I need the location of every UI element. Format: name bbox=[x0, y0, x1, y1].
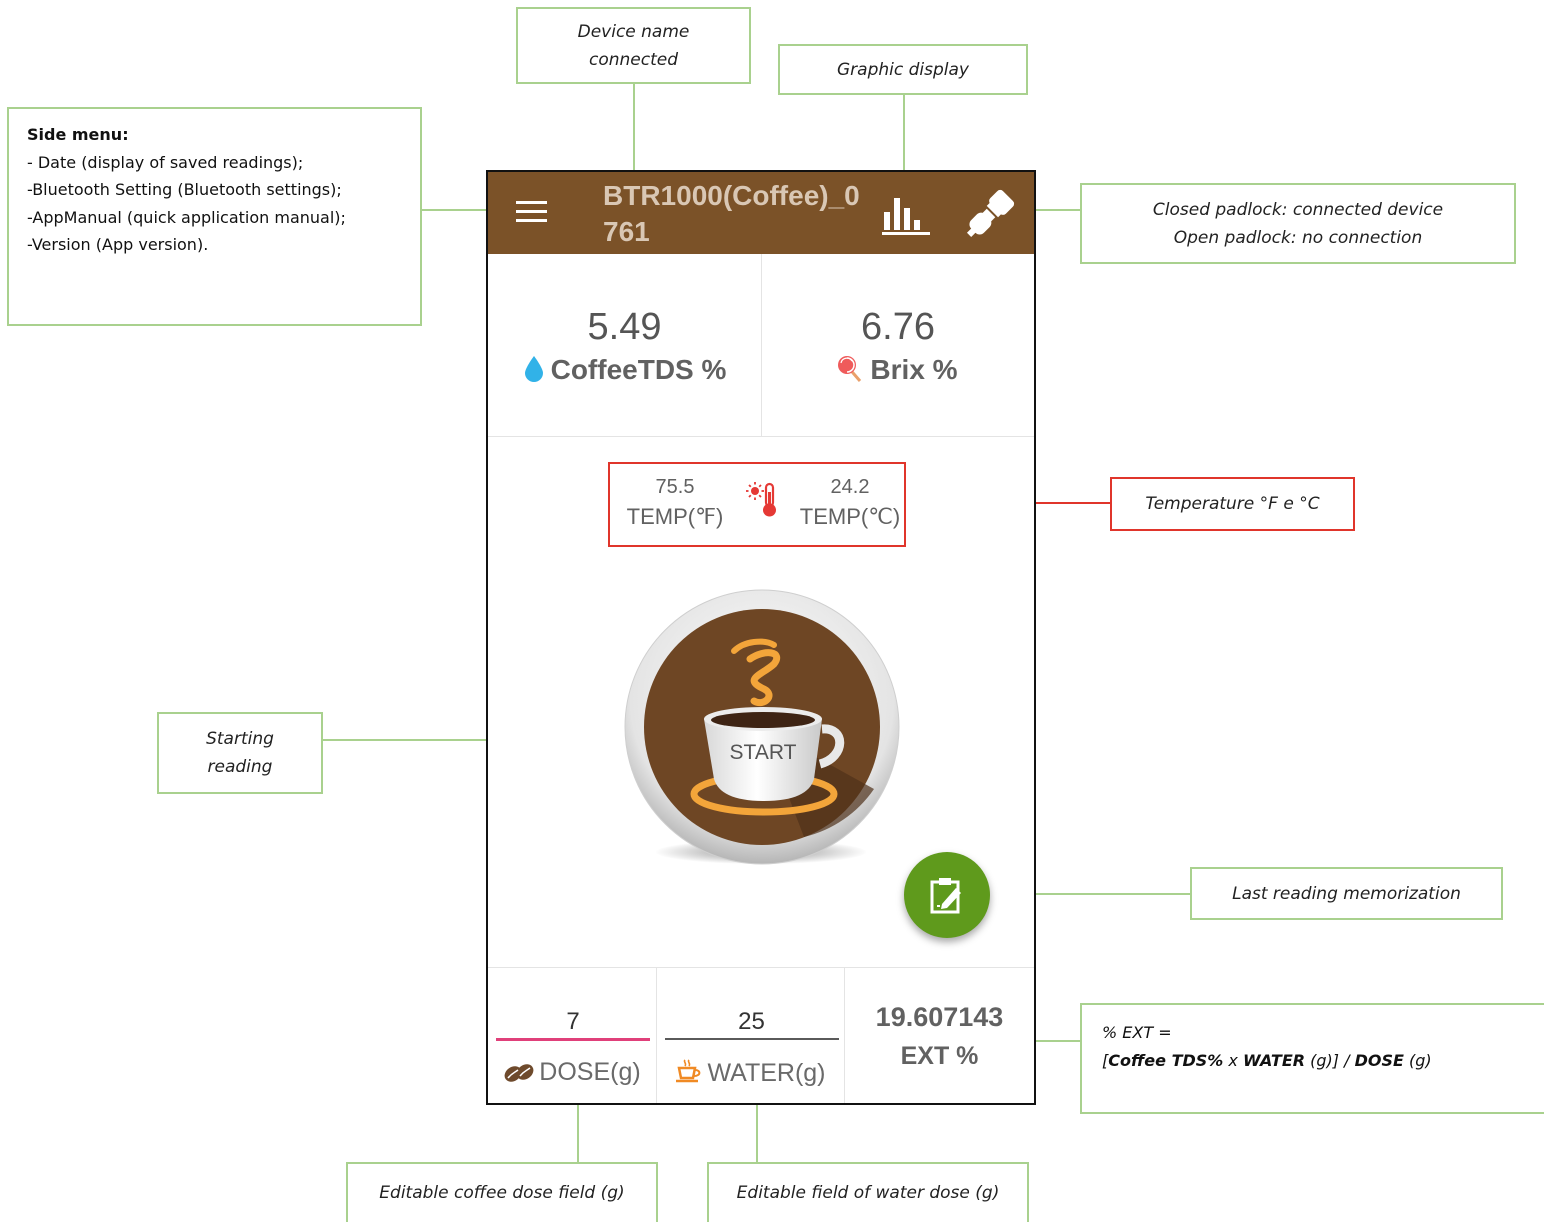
formula-line2: [Coffee TDS% x WATER (g)] / DOSE (g) bbox=[1102, 1047, 1530, 1075]
lollipop-icon bbox=[838, 356, 862, 382]
ext-cell: 19.607143 EXT % bbox=[845, 968, 1034, 1103]
app-toolbar: BTR1000(Coffee)_0761 bbox=[488, 172, 1034, 254]
callout-side-menu: Side menu: - Date (display of saved read… bbox=[7, 107, 422, 326]
plug-connected-icon[interactable] bbox=[962, 184, 1020, 242]
temp-f-block: 75.5 TEMP(℉) bbox=[615, 472, 735, 532]
start-button[interactable]: START bbox=[624, 589, 900, 865]
water-cell: WATER(g) bbox=[657, 968, 845, 1103]
bottom-inputs: DOSE(g) WATER(g) 19.607143 EXT % bbox=[488, 967, 1034, 1103]
callout-device-name-line1: Device name bbox=[577, 21, 690, 42]
dose-cell: DOSE(g) bbox=[488, 968, 657, 1103]
coffee-tds-label: CoffeeTDS % bbox=[550, 354, 727, 385]
temp-f-value: 75.5 bbox=[655, 476, 695, 498]
side-menu-item-date: - Date (display of saved readings); bbox=[27, 152, 304, 172]
device-name-title: BTR1000(Coffee)_0761 bbox=[603, 180, 860, 247]
hamburger-menu-icon[interactable] bbox=[516, 201, 548, 225]
temp-c-value: 24.2 bbox=[830, 476, 870, 498]
bar-chart-icon[interactable] bbox=[882, 194, 932, 236]
save-reading-button[interactable] bbox=[904, 852, 990, 938]
side-menu-header: Side menu: bbox=[27, 125, 129, 144]
phone-screen: BTR1000(Coffee)_0761 5.49 CoffeeTDS % 6.… bbox=[486, 170, 1036, 1105]
formula-water: WATER bbox=[1242, 1051, 1306, 1070]
callout-padlock-line1: Closed padlock: connected device bbox=[1152, 199, 1444, 220]
dose-underline bbox=[496, 1038, 650, 1041]
callout-water-field-text: Editable field of water dose (g) bbox=[736, 1183, 1000, 1203]
callout-padlock: Closed padlock: connected device Open pa… bbox=[1080, 183, 1516, 264]
formula-dose-unit: (g) bbox=[1403, 1051, 1432, 1070]
water-drop-icon bbox=[524, 356, 543, 382]
connector-dose-field bbox=[577, 1095, 579, 1163]
callout-last-reading: Last reading memorization bbox=[1190, 867, 1503, 920]
connector-device-name bbox=[633, 83, 635, 172]
callout-device-name-line2: connected bbox=[588, 49, 679, 70]
water-input[interactable] bbox=[665, 1004, 838, 1040]
ext-label: EXT % bbox=[900, 1042, 979, 1070]
coffee-beans-icon bbox=[504, 1064, 534, 1082]
callout-dose-field-text: Editable coffee dose field (g) bbox=[379, 1183, 625, 1203]
coffee-tds-cell: 5.49 CoffeeTDS % bbox=[488, 254, 762, 437]
thermometer-sun-icon bbox=[746, 482, 776, 517]
callout-ext-formula: % EXT = [Coffee TDS% x WATER (g)] / DOSE… bbox=[1080, 1003, 1544, 1114]
coffee-tds-value: 5.49 bbox=[587, 306, 662, 348]
callout-starting-reading: Starting reading bbox=[157, 712, 323, 794]
callout-starting-line2: reading bbox=[207, 757, 273, 777]
brix-cell: 6.76 Brix % bbox=[762, 254, 1034, 437]
callout-temperature: Temperature °F e °C bbox=[1110, 477, 1355, 531]
water-underline bbox=[665, 1038, 839, 1040]
brix-label-row: Brix % bbox=[762, 354, 1034, 386]
callout-graphic-display: Graphic display bbox=[778, 44, 1028, 95]
side-menu-item-bluetooth: -Bluetooth Setting (Bluetooth settings); bbox=[27, 180, 342, 199]
connector-graphic bbox=[903, 94, 905, 180]
side-menu-item-version: -Version (App version). bbox=[27, 235, 209, 254]
brix-label: Brix % bbox=[870, 354, 958, 385]
dose-input[interactable] bbox=[496, 1004, 650, 1040]
formula-tds: Coffee TDS% bbox=[1108, 1051, 1224, 1070]
formula-water-unit: (g)] / bbox=[1305, 1051, 1355, 1070]
dose-label-row: DOSE(g) bbox=[488, 1058, 656, 1087]
callout-graphic-display-text: Graphic display bbox=[837, 59, 969, 80]
cup-icon bbox=[676, 1059, 701, 1083]
callout-starting-line1: Starting bbox=[206, 729, 274, 749]
start-label: START bbox=[730, 741, 797, 764]
temperature-panel: 75.5 TEMP(℉) 24.2 TEMP(℃) bbox=[608, 462, 906, 547]
temp-f-label: TEMP(℉) bbox=[626, 504, 724, 529]
water-label: WATER(g) bbox=[707, 1059, 826, 1087]
temp-c-label: TEMP(℃) bbox=[799, 504, 901, 529]
brix-value: 6.76 bbox=[861, 306, 935, 348]
ext-value: 19.607143 bbox=[875, 1002, 1004, 1032]
temp-c-block: 24.2 TEMP(℃) bbox=[790, 472, 910, 532]
clipboard-edit-icon bbox=[930, 878, 961, 914]
formula-dose: DOSE bbox=[1354, 1051, 1404, 1070]
callout-last-reading-text: Last reading memorization bbox=[1232, 883, 1461, 904]
callout-padlock-line2: Open padlock: no connection bbox=[1173, 227, 1423, 248]
dose-label: DOSE(g) bbox=[539, 1058, 641, 1086]
callout-device-name: Device name connected bbox=[516, 7, 751, 84]
callout-water-field: Editable field of water dose (g) bbox=[707, 1162, 1029, 1222]
water-label-row: WATER(g) bbox=[657, 1058, 844, 1088]
formula-line1: % EXT = bbox=[1102, 1023, 1172, 1042]
callout-temperature-text: Temperature °F e °C bbox=[1145, 494, 1320, 514]
coffee-tds-label-row: CoffeeTDS % bbox=[488, 354, 761, 386]
callout-dose-field: Editable coffee dose field (g) bbox=[346, 1162, 658, 1222]
formula-times: x bbox=[1223, 1051, 1243, 1070]
side-menu-item-appmanual: -AppManual (quick application manual); bbox=[27, 207, 346, 227]
